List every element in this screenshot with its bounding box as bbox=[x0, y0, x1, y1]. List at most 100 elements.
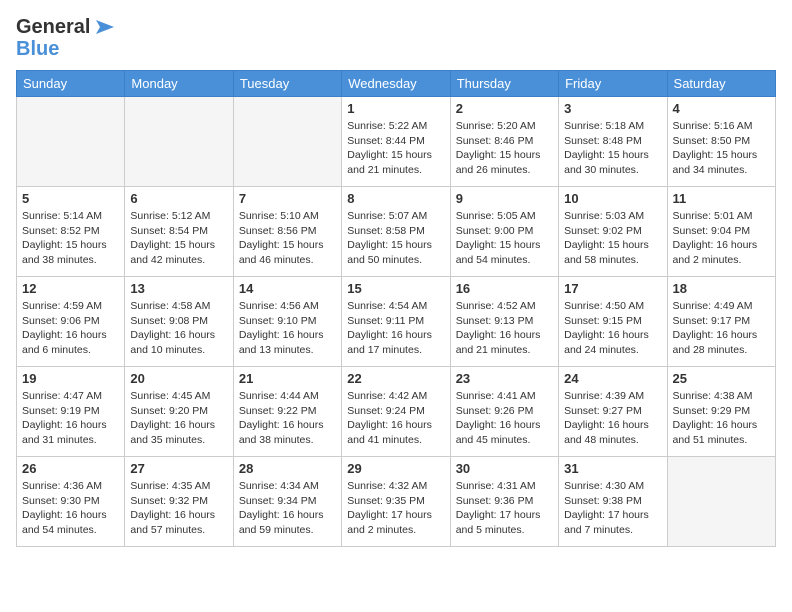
calendar-cell: 28 Sunrise: 4:34 AM Sunset: 9:34 PM Dayli… bbox=[233, 457, 341, 547]
calendar-cell: 20 Sunrise: 4:45 AM Sunset: 9:20 PM Dayli… bbox=[125, 367, 233, 457]
day-number: 11 bbox=[673, 191, 770, 206]
day-number: 17 bbox=[564, 281, 661, 296]
weekday-header-thursday: Thursday bbox=[450, 71, 558, 97]
calendar-cell: 11 Sunrise: 5:01 AM Sunset: 9:04 PM Dayli… bbox=[667, 187, 775, 277]
day-number: 12 bbox=[22, 281, 119, 296]
day-info: Sunrise: 4:58 AM Sunset: 9:08 PM Dayligh… bbox=[130, 299, 227, 358]
calendar-cell: 25 Sunrise: 4:38 AM Sunset: 9:29 PM Dayli… bbox=[667, 367, 775, 457]
calendar-cell: 13 Sunrise: 4:58 AM Sunset: 9:08 PM Dayli… bbox=[125, 277, 233, 367]
calendar-week-2: 5 Sunrise: 5:14 AM Sunset: 8:52 PM Daylig… bbox=[17, 187, 776, 277]
day-number: 28 bbox=[239, 461, 336, 476]
calendar-cell: 19 Sunrise: 4:47 AM Sunset: 9:19 PM Dayli… bbox=[17, 367, 125, 457]
day-number: 15 bbox=[347, 281, 444, 296]
day-number: 20 bbox=[130, 371, 227, 386]
day-info: Sunrise: 5:01 AM Sunset: 9:04 PM Dayligh… bbox=[673, 209, 770, 268]
day-info: Sunrise: 4:32 AM Sunset: 9:35 PM Dayligh… bbox=[347, 479, 444, 538]
day-info: Sunrise: 4:47 AM Sunset: 9:19 PM Dayligh… bbox=[22, 389, 119, 448]
day-info: Sunrise: 5:16 AM Sunset: 8:50 PM Dayligh… bbox=[673, 119, 770, 178]
logo: General Blue bbox=[16, 16, 114, 60]
calendar-cell: 8 Sunrise: 5:07 AM Sunset: 8:58 PM Daylig… bbox=[342, 187, 450, 277]
day-number: 27 bbox=[130, 461, 227, 476]
calendar-cell bbox=[233, 97, 341, 187]
day-info: Sunrise: 4:42 AM Sunset: 9:24 PM Dayligh… bbox=[347, 389, 444, 448]
logo-blue: Blue bbox=[16, 38, 114, 60]
calendar-cell: 26Sunrise: 4:36 AM Sunset: 9:30 PM Dayli… bbox=[17, 457, 125, 547]
day-number: 5 bbox=[22, 191, 119, 206]
day-number: 10 bbox=[564, 191, 661, 206]
day-number: 25 bbox=[673, 371, 770, 386]
calendar-week-1: 1Sunrise: 5:22 AM Sunset: 8:44 PM Daylig… bbox=[17, 97, 776, 187]
day-number: 26 bbox=[22, 461, 119, 476]
day-info: Sunrise: 4:56 AM Sunset: 9:10 PM Dayligh… bbox=[239, 299, 336, 358]
calendar-cell: 2 Sunrise: 5:20 AM Sunset: 8:46 PM Daylig… bbox=[450, 97, 558, 187]
calendar-cell bbox=[125, 97, 233, 187]
day-info: Sunrise: 4:59 AM Sunset: 9:06 PM Dayligh… bbox=[22, 299, 119, 358]
day-info: Sunrise: 4:39 AM Sunset: 9:27 PM Dayligh… bbox=[564, 389, 661, 448]
day-info: Sunrise: 5:07 AM Sunset: 8:58 PM Dayligh… bbox=[347, 209, 444, 268]
weekday-header-saturday: Saturday bbox=[667, 71, 775, 97]
day-number: 30 bbox=[456, 461, 553, 476]
calendar-cell: 4 Sunrise: 5:16 AM Sunset: 8:50 PM Daylig… bbox=[667, 97, 775, 187]
day-info: Sunrise: 4:50 AM Sunset: 9:15 PM Dayligh… bbox=[564, 299, 661, 358]
weekday-header-monday: Monday bbox=[125, 71, 233, 97]
day-number: 13 bbox=[130, 281, 227, 296]
calendar-cell: 6 Sunrise: 5:12 AM Sunset: 8:54 PM Daylig… bbox=[125, 187, 233, 277]
day-number: 4 bbox=[673, 101, 770, 116]
day-info: Sunrise: 4:30 AM Sunset: 9:38 PM Dayligh… bbox=[564, 479, 661, 538]
day-info: Sunrise: 5:14 AM Sunset: 8:52 PM Dayligh… bbox=[22, 209, 119, 268]
calendar-cell: 1Sunrise: 5:22 AM Sunset: 8:44 PM Daylig… bbox=[342, 97, 450, 187]
logo-text: General Blue bbox=[16, 16, 114, 60]
day-info: Sunrise: 5:12 AM Sunset: 8:54 PM Dayligh… bbox=[130, 209, 227, 268]
day-number: 2 bbox=[456, 101, 553, 116]
day-info: Sunrise: 4:49 AM Sunset: 9:17 PM Dayligh… bbox=[673, 299, 770, 358]
day-number: 8 bbox=[347, 191, 444, 206]
day-number: 16 bbox=[456, 281, 553, 296]
calendar-cell: 18 Sunrise: 4:49 AM Sunset: 9:17 PM Dayli… bbox=[667, 277, 775, 367]
weekday-header-friday: Friday bbox=[559, 71, 667, 97]
weekday-header-sunday: Sunday bbox=[17, 71, 125, 97]
day-info: Sunrise: 5:22 AM Sunset: 8:44 PM Dayligh… bbox=[347, 119, 444, 178]
calendar-cell: 12 Sunrise: 4:59 AM Sunset: 9:06 PM Dayli… bbox=[17, 277, 125, 367]
calendar-cell: 29Sunrise: 4:32 AM Sunset: 9:35 PM Dayli… bbox=[342, 457, 450, 547]
calendar-week-5: 26Sunrise: 4:36 AM Sunset: 9:30 PM Dayli… bbox=[17, 457, 776, 547]
calendar-week-4: 19 Sunrise: 4:47 AM Sunset: 9:19 PM Dayli… bbox=[17, 367, 776, 457]
calendar-cell: 5 Sunrise: 5:14 AM Sunset: 8:52 PM Daylig… bbox=[17, 187, 125, 277]
day-number: 21 bbox=[239, 371, 336, 386]
calendar-cell: 7Sunrise: 5:10 AM Sunset: 8:56 PM Daylig… bbox=[233, 187, 341, 277]
day-number: 6 bbox=[130, 191, 227, 206]
day-info: Sunrise: 4:34 AM Sunset: 9:34 PM Dayligh… bbox=[239, 479, 336, 538]
calendar-cell: 15 Sunrise: 4:54 AM Sunset: 9:11 PM Dayli… bbox=[342, 277, 450, 367]
weekday-header-row: SundayMondayTuesdayWednesdayThursdayFrid… bbox=[17, 71, 776, 97]
calendar-cell: 3 Sunrise: 5:18 AM Sunset: 8:48 PM Daylig… bbox=[559, 97, 667, 187]
day-info: Sunrise: 4:54 AM Sunset: 9:11 PM Dayligh… bbox=[347, 299, 444, 358]
day-info: Sunrise: 4:35 AM Sunset: 9:32 PM Dayligh… bbox=[130, 479, 227, 538]
calendar-cell: 22 Sunrise: 4:42 AM Sunset: 9:24 PM Dayli… bbox=[342, 367, 450, 457]
calendar-cell: 21 Sunrise: 4:44 AM Sunset: 9:22 PM Dayli… bbox=[233, 367, 341, 457]
day-number: 24 bbox=[564, 371, 661, 386]
day-info: Sunrise: 4:41 AM Sunset: 9:26 PM Dayligh… bbox=[456, 389, 553, 448]
day-info: Sunrise: 5:20 AM Sunset: 8:46 PM Dayligh… bbox=[456, 119, 553, 178]
calendar-table: SundayMondayTuesdayWednesdayThursdayFrid… bbox=[16, 70, 776, 547]
calendar-body: 1Sunrise: 5:22 AM Sunset: 8:44 PM Daylig… bbox=[17, 97, 776, 547]
calendar-cell bbox=[17, 97, 125, 187]
day-number: 22 bbox=[347, 371, 444, 386]
day-number: 19 bbox=[22, 371, 119, 386]
day-info: Sunrise: 5:03 AM Sunset: 9:02 PM Dayligh… bbox=[564, 209, 661, 268]
calendar-cell: 31 Sunrise: 4:30 AM Sunset: 9:38 PM Dayli… bbox=[559, 457, 667, 547]
day-number: 9 bbox=[456, 191, 553, 206]
day-number: 3 bbox=[564, 101, 661, 116]
calendar-cell: 10 Sunrise: 5:03 AM Sunset: 9:02 PM Dayli… bbox=[559, 187, 667, 277]
day-info: Sunrise: 4:45 AM Sunset: 9:20 PM Dayligh… bbox=[130, 389, 227, 448]
day-info: Sunrise: 5:18 AM Sunset: 8:48 PM Dayligh… bbox=[564, 119, 661, 178]
weekday-header-wednesday: Wednesday bbox=[342, 71, 450, 97]
day-number: 18 bbox=[673, 281, 770, 296]
day-info: Sunrise: 4:31 AM Sunset: 9:36 PM Dayligh… bbox=[456, 479, 553, 538]
calendar-cell bbox=[667, 457, 775, 547]
day-number: 31 bbox=[564, 461, 661, 476]
calendar-cell: 9Sunrise: 5:05 AM Sunset: 9:00 PM Daylig… bbox=[450, 187, 558, 277]
calendar-cell: 16 Sunrise: 4:52 AM Sunset: 9:13 PM Dayli… bbox=[450, 277, 558, 367]
day-info: Sunrise: 4:52 AM Sunset: 9:13 PM Dayligh… bbox=[456, 299, 553, 358]
calendar-cell: 14Sunrise: 4:56 AM Sunset: 9:10 PM Dayli… bbox=[233, 277, 341, 367]
day-info: Sunrise: 4:38 AM Sunset: 9:29 PM Dayligh… bbox=[673, 389, 770, 448]
day-info: Sunrise: 4:44 AM Sunset: 9:22 PM Dayligh… bbox=[239, 389, 336, 448]
